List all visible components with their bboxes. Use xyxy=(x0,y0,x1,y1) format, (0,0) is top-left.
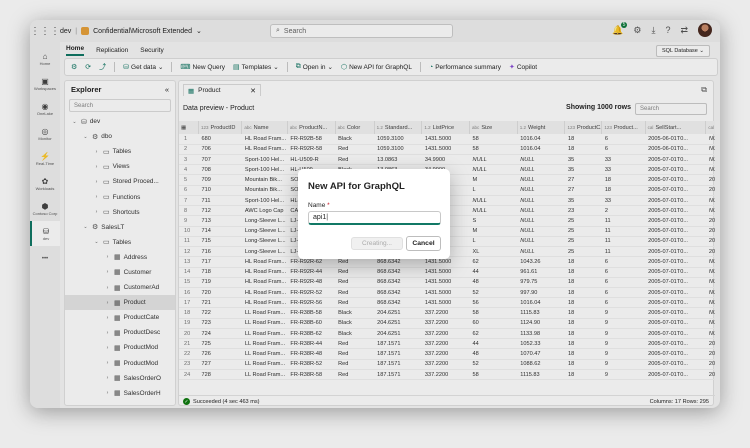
new-api-dialog: New API for GraphQL Name * api1 | Creatin… xyxy=(298,169,450,259)
create-button: Creating... xyxy=(351,237,403,250)
name-label-text: Name xyxy=(308,202,326,209)
name-label: Name * xyxy=(308,202,330,209)
dialog-title: New API for GraphQL xyxy=(308,181,405,192)
cancel-button-label: Cancel xyxy=(412,240,435,247)
cancel-button[interactable]: Cancel xyxy=(406,236,441,251)
api-name-field[interactable]: api1 | xyxy=(308,211,441,225)
api-name-value: api1 xyxy=(313,214,327,221)
create-button-label: Creating... xyxy=(362,240,392,247)
required-mark: * xyxy=(327,202,330,209)
